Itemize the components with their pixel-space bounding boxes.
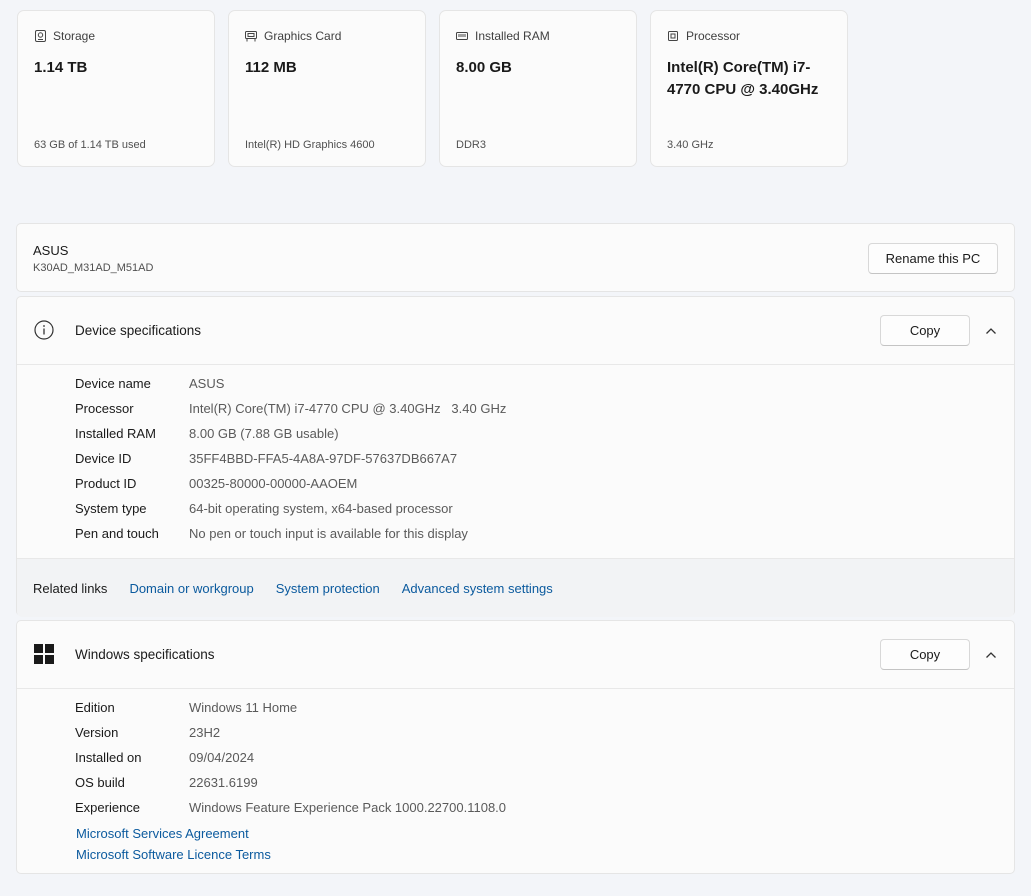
spec-row: Pen and touch No pen or touch input is av… — [75, 525, 506, 550]
spec-label: Installed RAM — [75, 426, 156, 441]
graphics-card-card[interactable]: Graphics Card 112 MB Intel(R) HD Graphic… — [228, 10, 426, 167]
spec-value: No pen or touch input is available for t… — [189, 526, 468, 541]
device-specs-list: Device name ASUS Processor Intel(R) Core(T… — [75, 375, 506, 550]
processor-icon — [667, 30, 679, 42]
microsoft-services-agreement-link[interactable]: Microsoft Services Agreement — [76, 825, 271, 846]
ram-card[interactable]: Installed RAM 8.00 GB DDR3 — [439, 10, 637, 167]
card-subtext: 63 GB of 1.14 TB used — [34, 139, 146, 151]
chevron-up-icon[interactable] — [984, 324, 998, 338]
card-label: Installed RAM — [475, 29, 550, 43]
ram-icon — [456, 30, 468, 42]
card-value: 1.14 TB — [34, 59, 88, 76]
spec-row: Edition Windows 11 Home — [75, 699, 506, 724]
spec-label: Edition — [75, 700, 115, 715]
spec-value: ASUS — [189, 376, 225, 391]
card-value: 112 MB — [245, 59, 297, 76]
spec-row: Installed on 09/04/2024 — [75, 749, 506, 774]
spec-label: Device ID — [75, 451, 132, 466]
spec-label: OS build — [75, 775, 125, 790]
spec-row: Device name ASUS — [75, 375, 506, 400]
spec-label: Pen and touch — [75, 526, 159, 541]
pc-name-panel: ASUS K30AD_M31AD_M51AD Rename this PC — [16, 223, 1015, 292]
graphics-card-icon — [245, 30, 257, 42]
spec-label: System type — [75, 501, 147, 516]
spec-label: Version — [75, 725, 119, 740]
windows-logo-icon — [34, 644, 54, 664]
spec-value: Windows Feature Experience Pack 1000.227… — [189, 800, 507, 815]
windows-specs-list: Edition Windows 11 Home Version 23H2 Insta… — [75, 699, 506, 824]
spec-label: Installed on — [75, 750, 142, 765]
spec-label: Product ID — [75, 476, 137, 491]
spec-label: Processor — [75, 401, 134, 416]
storage-icon — [34, 30, 46, 42]
copy-device-specs-button[interactable]: Copy — [880, 315, 970, 346]
device-specifications-header[interactable]: Device specifications Copy — [17, 297, 1014, 365]
advanced-system-settings-link[interactable]: Advanced system settings — [402, 581, 553, 596]
card-label: Graphics Card — [264, 29, 342, 43]
pc-model: K30AD_M31AD_M51AD — [33, 262, 154, 274]
spec-value: 23H2 — [189, 725, 221, 740]
spec-row: Product ID 00325-80000-00000-AAOEM — [75, 475, 506, 500]
spec-value: 09/04/2024 — [189, 750, 255, 765]
spec-row: Version 23H2 — [75, 724, 506, 749]
spec-row: Device ID 35FF4BBD-FFA5-4A8A-97DF-57637DB… — [75, 450, 506, 475]
summary-cards: Storage 1.14 TB 63 GB of 1.14 TB used Gr… — [17, 10, 848, 167]
spec-value: Windows 11 Home — [189, 700, 298, 715]
system-protection-link[interactable]: System protection — [276, 581, 380, 596]
windows-specifications-header[interactable]: Windows specifications Copy — [17, 621, 1014, 689]
windows-specifications-title: Windows specifications — [75, 647, 215, 662]
related-links-bar: Related links Domain or workgroup System… — [17, 558, 1014, 617]
spec-label: Device name — [75, 376, 151, 391]
chevron-up-icon[interactable] — [984, 648, 998, 662]
microsoft-software-licence-terms-link[interactable]: Microsoft Software Licence Terms — [76, 846, 271, 867]
spec-row: OS build 22631.6199 — [75, 774, 506, 799]
spec-row: Processor Intel(R) Core(TM) i7-4770 CPU @… — [75, 400, 506, 425]
spec-value: Intel(R) Core(TM) i7-4770 CPU @ 3.40GHz … — [189, 401, 507, 416]
spec-label: Experience — [75, 800, 141, 815]
processor-card[interactable]: Processor Intel(R) Core(TM) i7-4770 CPU … — [650, 10, 848, 167]
card-label: Processor — [686, 29, 741, 43]
card-subtext: 3.40 GHz — [667, 139, 714, 151]
device-specifications-panel: Device specifications Copy Device name AS… — [16, 296, 1015, 617]
storage-card[interactable]: Storage 1.14 TB 63 GB of 1.14 TB used — [17, 10, 215, 167]
info-icon — [34, 320, 54, 340]
spec-value: 8.00 GB (7.88 GB usable) — [189, 426, 339, 441]
pc-name: ASUS — [33, 243, 69, 258]
related-links-title: Related links — [33, 580, 108, 596]
spec-row: Installed RAM 8.00 GB (7.88 GB usable) — [75, 425, 506, 450]
card-value: 8.00 GB — [456, 59, 512, 76]
card-label: Storage — [53, 29, 96, 43]
domain-or-workgroup-link[interactable]: Domain or workgroup — [129, 581, 253, 596]
card-subtext: DDR3 — [456, 139, 486, 151]
card-value: Intel(R) Core(TM) i7-4770 CPU @ 3.40GHz — [667, 59, 819, 98]
device-specifications-title: Device specifications — [75, 323, 202, 338]
windows-specifications-panel: Windows specifications Copy Edition Windo… — [16, 620, 1015, 874]
spec-value: 64-bit operating system, x64-based proce… — [189, 501, 453, 516]
windows-legal-links: Microsoft Services Agreement Microsoft S… — [76, 825, 271, 867]
spec-row: Experience Windows Feature Experience Pac… — [75, 799, 506, 824]
copy-windows-specs-button[interactable]: Copy — [880, 639, 970, 670]
spec-value: 00325-80000-00000-AAOEM — [189, 476, 358, 491]
spec-value: 22631.6199 — [189, 775, 258, 790]
spec-row: System type 64-bit operating system, x64-… — [75, 500, 506, 525]
rename-pc-button[interactable]: Rename this PC — [868, 243, 998, 274]
card-subtext: Intel(R) HD Graphics 4600 — [245, 139, 375, 151]
spec-value: 35FF4BBD-FFA5-4A8A-97DF-57637DB667A7 — [189, 451, 458, 466]
